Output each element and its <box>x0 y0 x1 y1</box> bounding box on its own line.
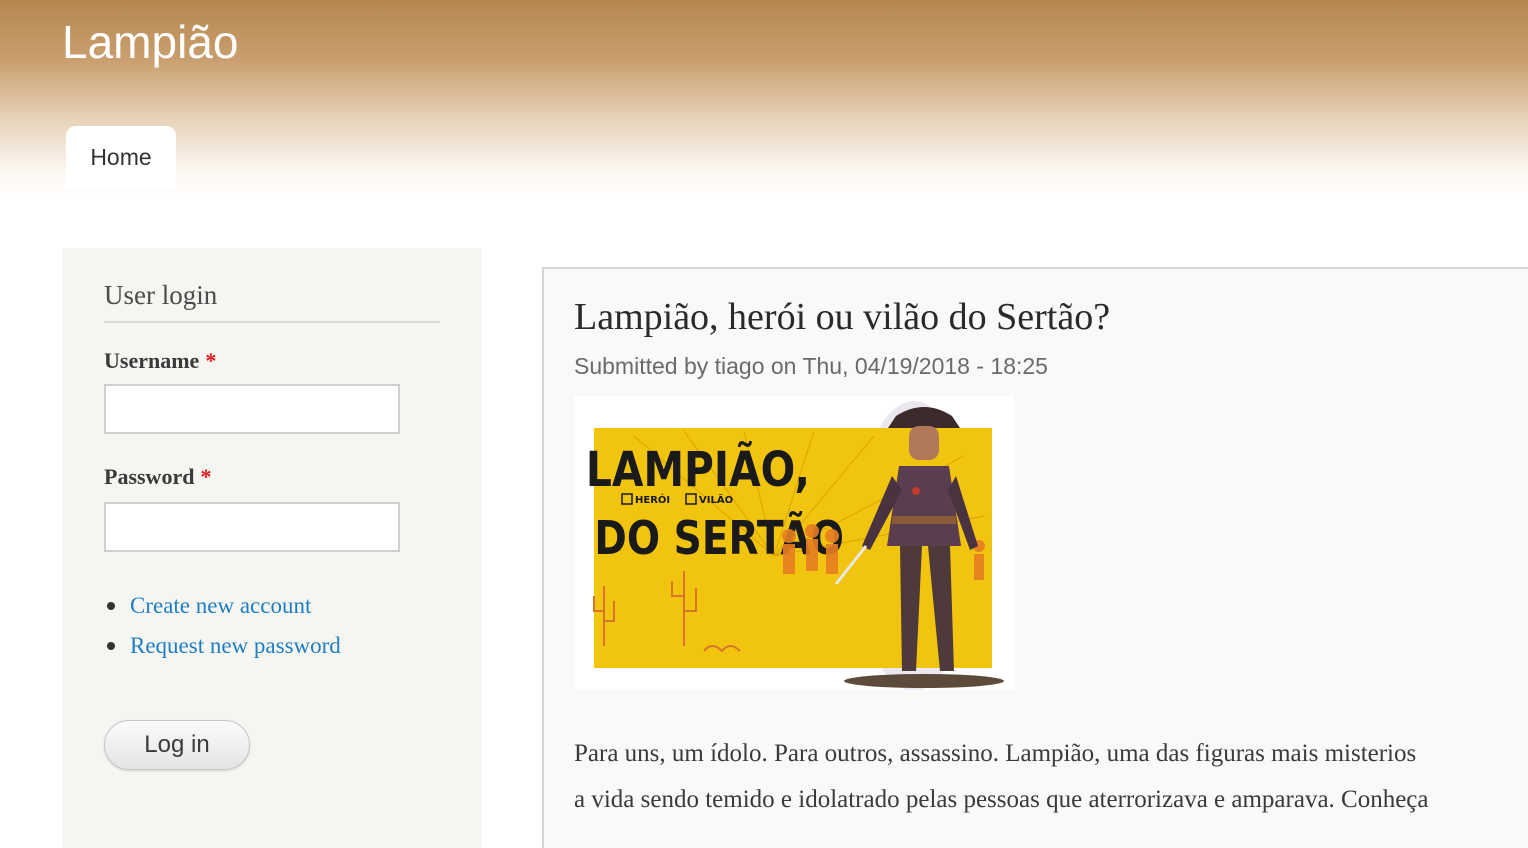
create-account-link[interactable]: Create new account <box>130 593 311 618</box>
body-line: a vida sendo temido e idolatrado pelas p… <box>574 786 1429 813</box>
list-item: Request new password <box>104 628 341 668</box>
account-links: Create new account Request new password <box>104 588 341 668</box>
list-item: Create new account <box>104 588 341 628</box>
username-label-text: Username <box>104 348 200 373</box>
required-mark: * <box>205 348 217 373</box>
submitted-info: Submitted by tiago on Thu, 04/19/2018 - … <box>574 353 1048 379</box>
login-button[interactable]: Log in <box>104 720 250 770</box>
username-input[interactable] <box>104 384 400 434</box>
article: Lampião, herói ou vilão do Sertão? Submi… <box>542 267 1528 848</box>
poster-option-hero: HERÓI <box>635 493 670 506</box>
poster-illustration: LAMPIÃO, HERÓI VILÃO DO SERTÃO <box>586 401 1004 691</box>
username-label: Username * <box>104 348 216 374</box>
required-mark: * <box>200 464 212 489</box>
password-input[interactable] <box>104 502 400 552</box>
article-title[interactable]: Lampião, herói ou vilão do Sertão? <box>574 295 1110 339</box>
article-body: Para uns, um ídolo. Para outros, assassi… <box>574 731 1528 823</box>
password-label-text: Password <box>104 464 195 489</box>
tab-home[interactable]: Home <box>66 126 176 188</box>
article-image: LAMPIÃO, HERÓI VILÃO DO SERTÃO <box>574 396 1014 691</box>
poster-option-villain: VILÃO <box>699 493 733 506</box>
password-label: Password * <box>104 464 211 490</box>
request-password-link[interactable]: Request new password <box>130 633 341 658</box>
page: Lampião Home User login Username * Passwo… <box>0 0 1528 848</box>
site-name-link[interactable]: Lampião <box>62 14 238 70</box>
poster-title: LAMPIÃO, <box>586 441 810 498</box>
site-header: Lampião Home <box>0 0 1528 200</box>
body-line: Para uns, um ídolo. Para outros, assassi… <box>574 740 1417 767</box>
block-title: User login <box>104 280 440 323</box>
sidebar-user-login: User login Username * Password * Create ne… <box>62 248 482 848</box>
